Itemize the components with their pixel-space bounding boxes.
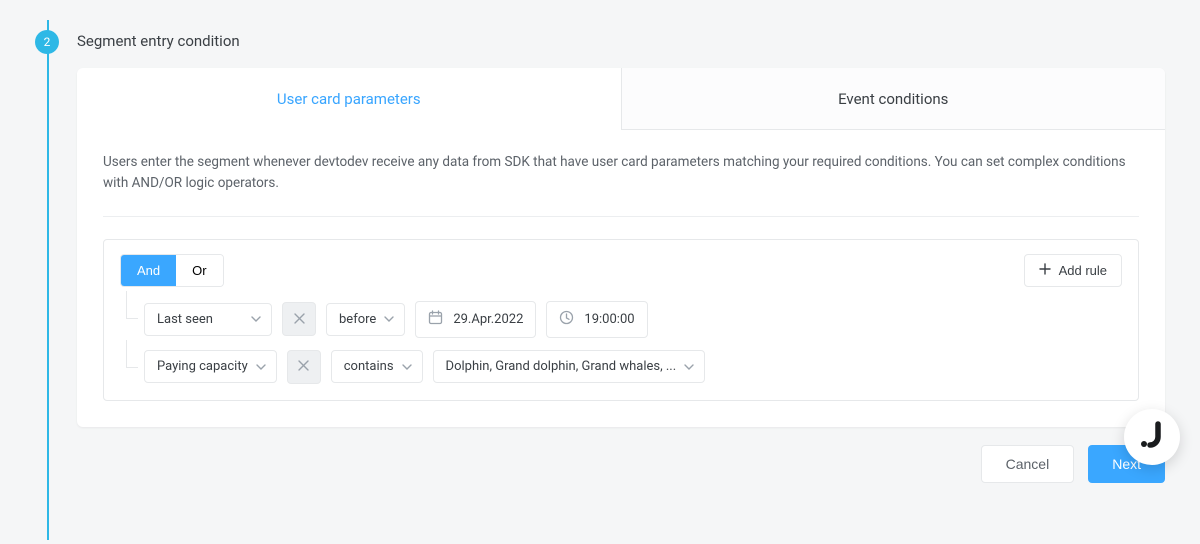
rule-operator-value: before — [339, 312, 376, 327]
step-number: 2 — [44, 35, 51, 49]
step-connector-line — [47, 20, 49, 540]
chevron-down-icon — [684, 364, 694, 370]
rule-values-select[interactable]: Dolphin, Grand dolphin, Grand whales, ..… — [433, 350, 706, 383]
cancel-label: Cancel — [1006, 456, 1050, 472]
chevron-down-icon — [251, 316, 261, 322]
rule-time-value: 19:00:00 — [584, 312, 634, 327]
tab-user-card-parameters[interactable]: User card parameters — [77, 68, 621, 130]
logic-toggle: And Or — [120, 254, 224, 287]
footer-actions: Cancel Next — [77, 445, 1165, 483]
cancel-button[interactable]: Cancel — [981, 445, 1075, 483]
rule-field-select[interactable]: Last seen — [144, 303, 272, 336]
segment-panel: User card parameters Event conditions Us… — [77, 68, 1165, 427]
rule-field-value: Last seen — [157, 312, 213, 327]
tab-label: User card parameters — [277, 90, 421, 108]
chevron-down-icon — [256, 364, 266, 370]
add-rule-label: Add rule — [1059, 263, 1107, 278]
logic-or-label: Or — [192, 263, 206, 278]
add-rule-button[interactable]: Add rule — [1024, 254, 1122, 287]
section-title: Segment entry condition — [77, 28, 1165, 50]
logic-and-button[interactable]: And — [121, 255, 176, 286]
remove-rule-button[interactable] — [282, 302, 316, 336]
tabs: User card parameters Event conditions — [77, 68, 1165, 130]
tab-label: Event conditions — [838, 90, 948, 108]
remove-rule-button[interactable] — [287, 350, 321, 384]
tab-event-conditions[interactable]: Event conditions — [621, 68, 1166, 130]
calendar-icon — [428, 310, 443, 329]
rule-operator-value: contains — [344, 359, 394, 374]
rule-date-value: 29.Apr.2022 — [453, 312, 523, 327]
chevron-down-icon — [402, 364, 412, 370]
step-number-badge: 2 — [35, 30, 59, 54]
rule-field-select[interactable]: Paying capacity — [144, 350, 277, 383]
rule-row: Last seen before — [120, 301, 1122, 338]
brand-logo-icon — [1138, 421, 1166, 453]
rule-operator-select[interactable]: contains — [331, 350, 423, 383]
description-text: Users enter the segment whenever devtode… — [103, 152, 1139, 217]
rule-date-picker[interactable]: 29.Apr.2022 — [415, 301, 536, 338]
chevron-down-icon — [384, 316, 394, 322]
plus-icon — [1039, 263, 1051, 278]
logic-or-button[interactable]: Or — [176, 255, 222, 286]
rule-row: Paying capacity co — [120, 350, 1122, 384]
rule-values-text: Dolphin, Grand dolphin, Grand whales, ..… — [446, 359, 677, 374]
rule-field-value: Paying capacity — [157, 359, 248, 374]
rule-time-picker[interactable]: 19:00:00 — [546, 301, 647, 338]
clock-icon — [559, 310, 574, 329]
close-icon — [298, 359, 309, 374]
logic-and-label: And — [137, 263, 160, 278]
rules-container: And Or Add rule — [103, 239, 1139, 401]
brand-badge — [1124, 409, 1180, 465]
rule-operator-select[interactable]: before — [326, 303, 405, 336]
close-icon — [294, 312, 305, 327]
